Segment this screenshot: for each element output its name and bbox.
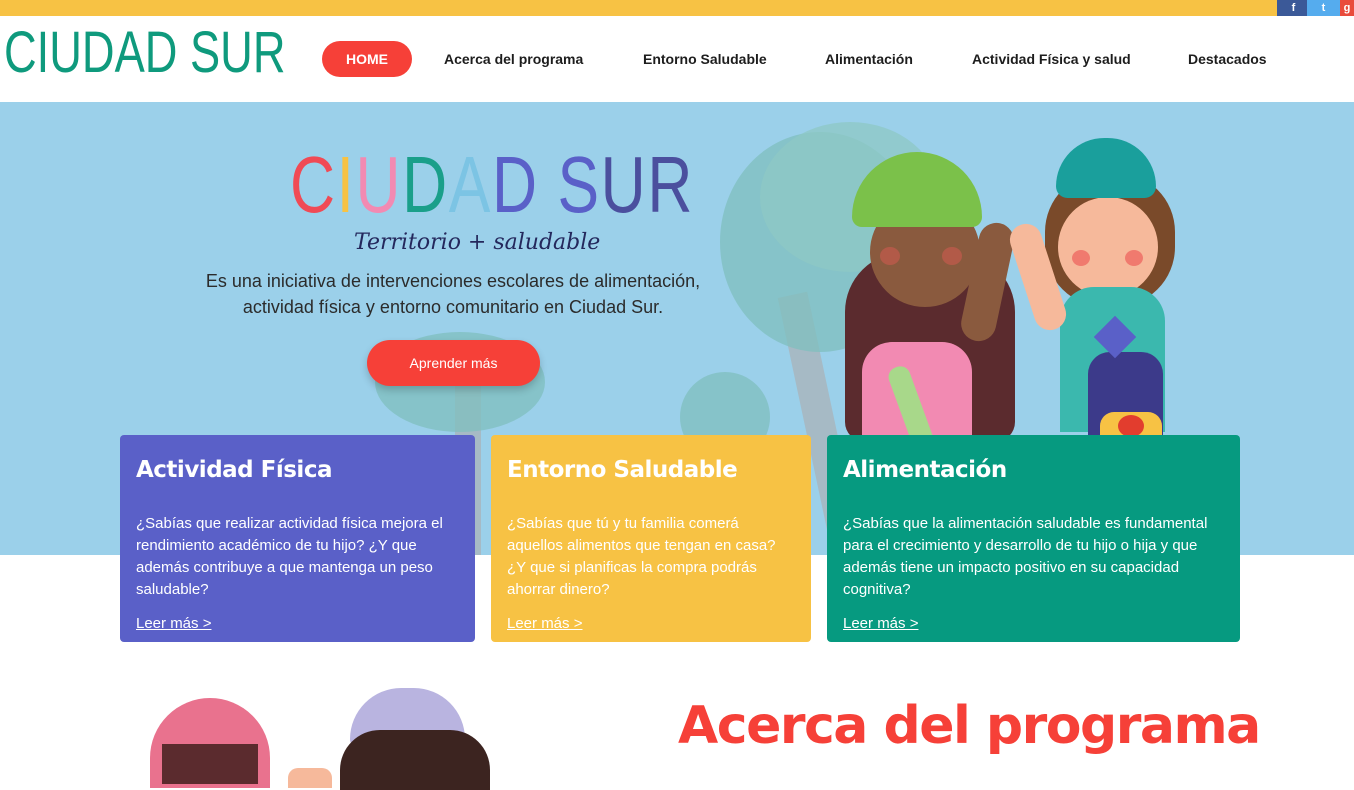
hero-title-letter: I xyxy=(336,140,356,229)
hero-title-letter: U xyxy=(355,140,403,229)
facebook-icon[interactable]: f xyxy=(1277,0,1310,16)
card-text: ¿Sabías que tú y tu familia comerá aquel… xyxy=(507,515,776,598)
top-bar xyxy=(0,0,1354,16)
nav-home[interactable]: HOME xyxy=(322,41,412,77)
hero-description: Es una iniciativa de intervenciones esco… xyxy=(205,271,701,317)
hero-subtitle: Territorio + saludable xyxy=(354,230,601,255)
card-text: ¿Sabías que la alimentación saludable es… xyxy=(843,515,1208,598)
nav-actividad[interactable]: Actividad Física y salud xyxy=(972,41,1131,77)
card-text: ¿Sabías que realizar actividad física me… xyxy=(136,515,443,598)
nav-acerca[interactable]: Acerca del programa xyxy=(444,41,583,77)
nav-destacados[interactable]: Destacados xyxy=(1188,41,1267,77)
read-more-link[interactable]: Leer más > xyxy=(843,615,918,632)
cheek xyxy=(942,247,962,265)
boy-helmet xyxy=(1056,138,1156,198)
cheek xyxy=(1125,250,1143,266)
card-title: Actividad Física xyxy=(136,457,332,483)
hero-title: CIUDAD SUR xyxy=(290,140,694,230)
hero-title-letter: R xyxy=(647,140,694,229)
apple-icon xyxy=(1118,415,1144,437)
hero-title-letter: D xyxy=(402,140,449,229)
card-title: Alimentación xyxy=(843,457,1007,483)
main-nav: HOME Acerca del programa Entorno Saludab… xyxy=(0,41,1354,77)
card-actividad-fisica: Actividad Física ¿Sabías que realizar ac… xyxy=(120,435,475,642)
boy-face xyxy=(1058,197,1158,297)
hero-title-letter: C xyxy=(290,140,337,229)
cheek xyxy=(1072,250,1090,266)
hand xyxy=(288,768,332,788)
card-entorno-saludable: Entorno Saludable ¿Sabías que tú y tu fa… xyxy=(491,435,811,642)
read-more-link[interactable]: Leer más > xyxy=(507,615,582,632)
hero-title-letter: D xyxy=(491,140,539,229)
card-alimentacion: Alimentación ¿Sabías que la alimentación… xyxy=(827,435,1240,642)
hero-title-letter: A xyxy=(448,140,492,229)
twitter-icon[interactable]: t xyxy=(1307,0,1340,16)
hero-title-letter: S xyxy=(557,140,601,229)
nav-alimentacion[interactable]: Alimentación xyxy=(825,41,913,77)
hair xyxy=(162,744,258,784)
hero-title-letter xyxy=(539,140,558,230)
card-title: Entorno Saludable xyxy=(507,457,738,483)
site-header: CIUDAD SUR HOME Acerca del programa Ento… xyxy=(0,16,1354,102)
cheek xyxy=(880,247,900,265)
learn-more-button[interactable]: Aprender más xyxy=(367,340,540,386)
hair xyxy=(340,730,490,790)
social-icon[interactable]: g xyxy=(1340,0,1354,16)
about-title: Acerca del programa xyxy=(678,696,1261,756)
nav-entorno[interactable]: Entorno Saludable xyxy=(643,41,767,77)
hero-title-letter: U xyxy=(600,140,648,229)
read-more-link[interactable]: Leer más > xyxy=(136,615,211,632)
